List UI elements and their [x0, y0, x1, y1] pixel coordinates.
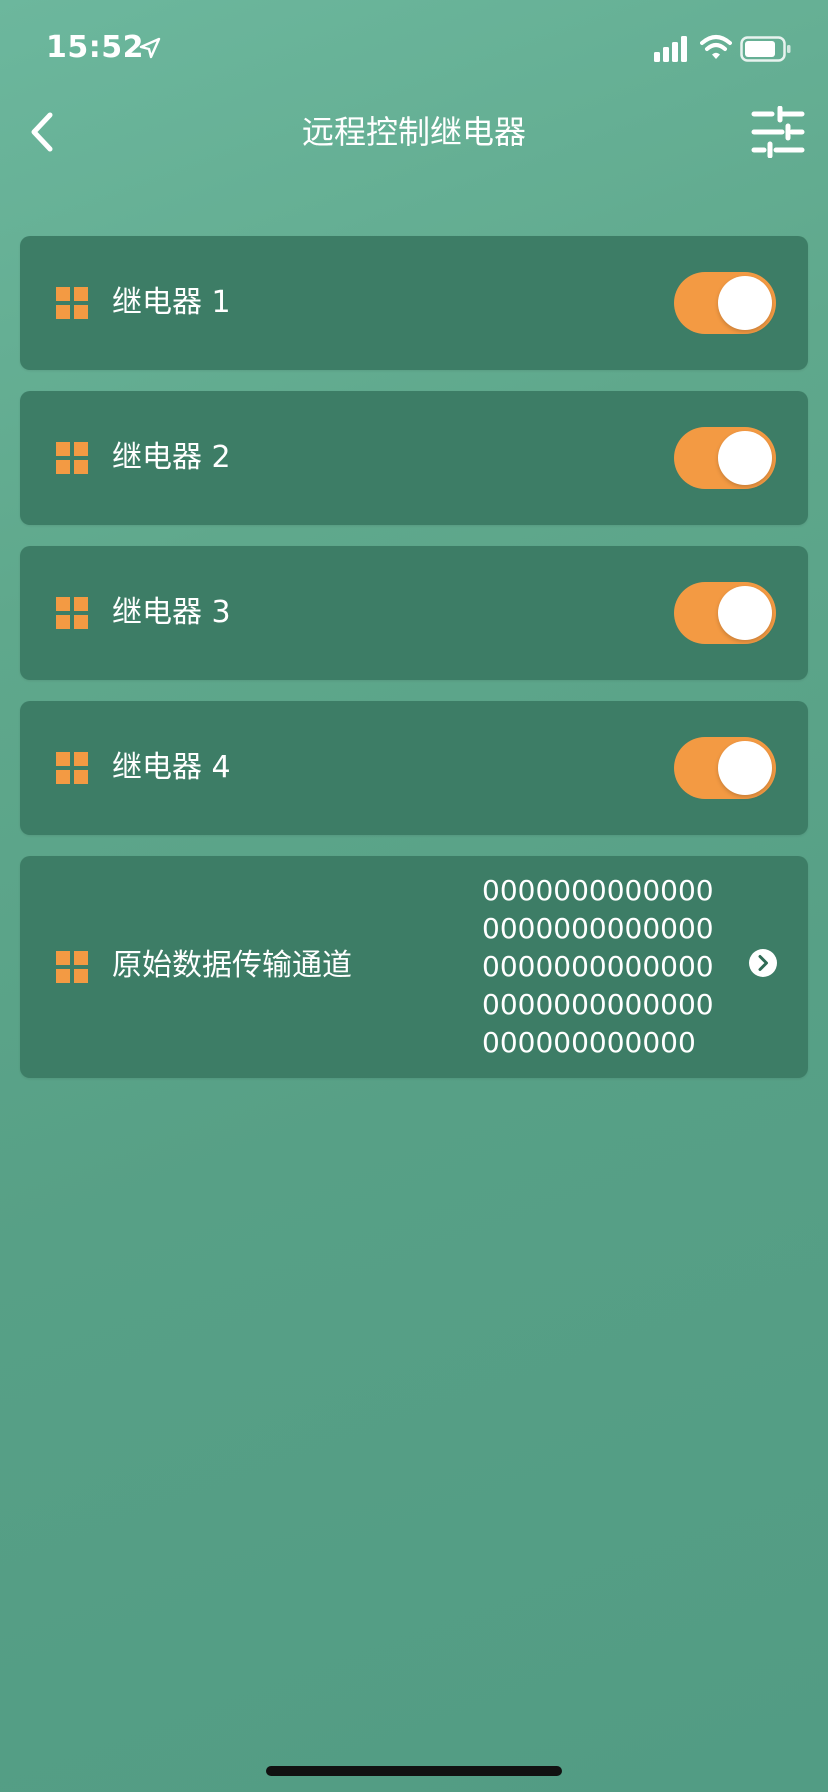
- toggle-knob: [718, 276, 772, 330]
- status-time: 15:52: [46, 30, 144, 65]
- raw-value-line: 0000000000000: [482, 988, 714, 1021]
- grid-icon: [56, 951, 88, 983]
- relay-card-3: 继电器 3: [20, 546, 808, 680]
- relay-label-2: 继电器 2: [112, 440, 231, 475]
- sliders-icon[interactable]: [750, 106, 806, 158]
- toggle-knob: [718, 586, 772, 640]
- cellular-signal-icon: [654, 36, 687, 62]
- relay-label-1: 继电器 1: [112, 285, 231, 320]
- page-title: 远程控制继电器: [301, 113, 526, 151]
- relay-toggle-1[interactable]: [674, 272, 776, 334]
- relay-toggle-2[interactable]: [674, 427, 776, 489]
- raw-channel-values: 0000000000000 0000000000000 000000000000…: [482, 872, 742, 1062]
- relay-toggle-4[interactable]: [674, 737, 776, 799]
- toggle-knob: [718, 741, 772, 795]
- grid-icon: [56, 442, 88, 474]
- relay-label-3: 继电器 3: [112, 595, 231, 630]
- battery-icon: [740, 36, 791, 62]
- relay-card-2: 继电器 2: [20, 391, 808, 525]
- raw-value-line: 0000000000000: [482, 950, 714, 983]
- raw-value-line: 0000000000000: [482, 912, 714, 945]
- raw-channel-card[interactable]: 原始数据传输通道 0000000000000 0000000000000 000…: [20, 856, 808, 1078]
- grid-icon: [56, 287, 88, 319]
- relay-toggle-3[interactable]: [674, 582, 776, 644]
- home-indicator: [266, 1766, 562, 1776]
- location-arrow-icon: [139, 37, 161, 59]
- relay-card-4: 继电器 4: [20, 701, 808, 835]
- wifi-icon: [700, 35, 732, 59]
- raw-value-line: 000000000000: [482, 1026, 696, 1059]
- status-bar: 15:52: [0, 0, 828, 96]
- relay-card-1: 继电器 1: [20, 236, 808, 370]
- relay-label-4: 继电器 4: [112, 750, 231, 785]
- grid-icon: [56, 752, 88, 784]
- grid-icon: [56, 597, 88, 629]
- toggle-knob: [718, 431, 772, 485]
- raw-value-line: 0000000000000: [482, 874, 714, 907]
- raw-channel-label: 原始数据传输通道: [112, 948, 352, 983]
- chevron-right-circle-icon[interactable]: [748, 948, 778, 978]
